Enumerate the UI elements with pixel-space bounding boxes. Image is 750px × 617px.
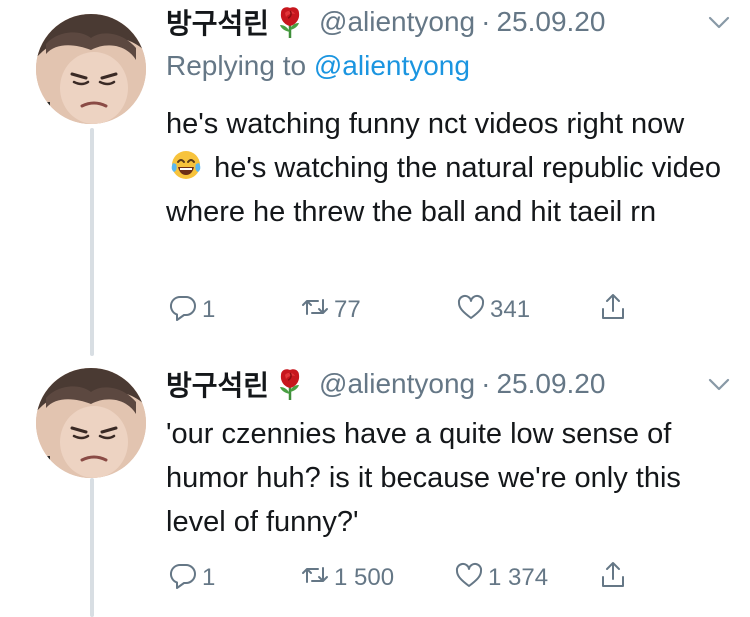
replying-to-handle-link[interactable]: @alientyong [314,50,470,81]
tweet-text-part: he's watching the natural republic video… [166,152,721,228]
tweet-actions: 1 77 341 [166,290,732,330]
separator-dot: · [481,368,491,399]
replying-to: Replying to @alientyong [166,50,470,82]
share-button[interactable] [598,290,628,330]
replying-to-label: Replying to [166,50,314,81]
tweet-actions: 1 1 500 1 374 [166,558,732,598]
retweet-icon [300,292,330,329]
rose-icon [273,5,307,39]
tweet-header: 방구석린 @alientyong · 25.09.20 [166,2,732,42]
tweet-date[interactable]: 25.09.20 [496,368,605,400]
avatar[interactable] [36,14,146,124]
tweet[interactable]: 방구석린 @alientyong · 25.09.20 Replying to … [0,0,750,360]
retweet-count: 77 [334,296,361,323]
face-with-tears-of-joy-icon [170,149,202,181]
reply-icon [168,292,198,329]
tweet-header: 방구석린 @alientyong · 25.09.20 [166,364,732,404]
rose-icon [273,367,307,401]
reply-button[interactable]: 1 [168,558,215,598]
author-handle[interactable]: @alientyong [319,6,475,38]
tweet-text: 'our czennies have a quite low sense of … [166,418,681,538]
reply-button[interactable]: 1 [168,290,215,330]
share-icon [598,292,628,329]
tweet[interactable]: 방구석린 @alientyong · 25.09.20 'our czennie… [0,360,750,617]
share-button[interactable] [598,558,628,598]
chevron-down-icon[interactable] [706,372,732,396]
tweet-text-part: he's watching funny nct videos right now [166,108,685,140]
retweet-count: 1 500 [334,564,395,591]
separator-dot: · [481,6,491,37]
avatar[interactable] [36,368,146,478]
chevron-down-icon[interactable] [706,10,732,34]
share-icon [598,560,628,597]
heart-icon [456,292,486,329]
reply-count: 1 [202,296,216,323]
reply-count: 1 [202,564,216,591]
like-count: 1 374 [488,564,549,591]
display-name[interactable]: 방구석린 [166,2,269,42]
author-handle[interactable]: @alientyong [319,368,475,400]
retweet-icon [300,560,330,597]
retweet-button[interactable]: 1 500 [300,558,394,598]
like-button[interactable]: 341 [456,290,530,330]
display-name[interactable]: 방구석린 [166,364,269,404]
heart-icon [454,560,484,597]
retweet-button[interactable]: 77 [300,290,361,330]
tweet-date[interactable]: 25.09.20 [496,6,605,38]
like-count: 341 [490,296,531,323]
like-button[interactable]: 1 374 [454,558,548,598]
tweet-text: he's watching funny nct videos right now… [166,102,726,234]
reply-icon [168,560,198,597]
